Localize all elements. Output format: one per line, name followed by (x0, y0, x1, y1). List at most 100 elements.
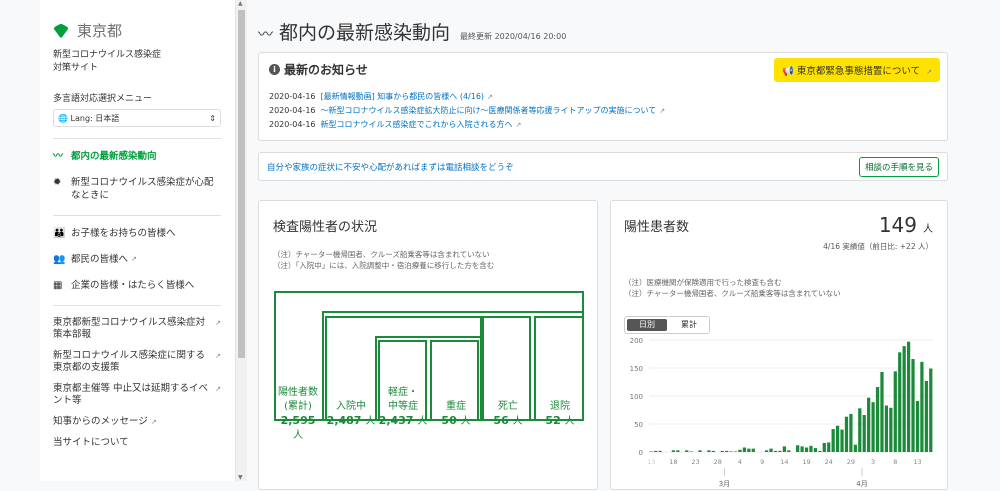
divider (53, 215, 221, 216)
y-tick-label: 50 (634, 421, 643, 429)
box-value: 50 (441, 414, 457, 427)
positive-patients-card: 陽性患者数 149 人 4/16 実績値（前日比: +22 人） （注）医療機関が… (610, 200, 948, 490)
bar (875, 387, 880, 452)
bar (773, 450, 778, 452)
bar (787, 450, 791, 452)
external-link-icon: ↗ (659, 107, 666, 115)
link-label: 知事からのメッセージ (53, 416, 148, 427)
bar (929, 368, 933, 452)
toggle-daily[interactable]: 日別 (627, 319, 667, 331)
unit: 人 (417, 416, 428, 427)
external-link-icon: ↗ (150, 418, 157, 426)
x-tick-label: 29 (847, 458, 855, 466)
bar (902, 346, 906, 452)
page-header: 〰都内の最新感染動向 最終更新 2020/04/16 20:00 (258, 18, 950, 44)
consult-steps-button[interactable]: 相談の手順を見る (858, 156, 939, 177)
x-tick-label: 24 (825, 458, 833, 466)
unit: 人 (293, 430, 303, 441)
unit: 人 (365, 416, 376, 427)
nav-businesses[interactable]: ▦ 企業の皆様・はたらく皆様へ (53, 279, 221, 292)
bar (818, 450, 822, 452)
box-label: 重症 (446, 401, 466, 412)
bar (893, 371, 897, 452)
globe-icon: 🌐 (58, 113, 68, 123)
nav-residents[interactable]: 👥 都民の皆様へ ↗ (53, 253, 221, 266)
link-governor-message[interactable]: 知事からのメッセージ ↗ (53, 416, 221, 428)
news-item: 2020-04-16 [最新情報動画] 知事から都民の皆様へ (4/16) ↗ (269, 90, 937, 104)
tokyo-logo[interactable]: 東京都 (53, 20, 221, 41)
label-discharged: 退院 52 人 (534, 400, 586, 429)
label-hospitalized: 入院中 2,487 人 (325, 400, 377, 429)
main-content: 〰都内の最新感染動向 最終更新 2020/04/16 20:00 i 最新のお知らせ… (258, 0, 950, 490)
link-label: 東京都新型コロナウイルス感染症対策本部報 (53, 317, 206, 340)
bar (654, 450, 658, 452)
scrollbar-thumb[interactable] (238, 10, 245, 358)
x-tick-label: 19 (802, 458, 810, 466)
virus-icon: ✹ (53, 177, 62, 188)
bar (871, 402, 875, 452)
language-select[interactable]: 🌐 Lang: 日本語 ⇕ (53, 109, 221, 127)
news-link[interactable]: ～新型コロナウイルス感染症拡大防止に向け～医療関係者等応援ライトアップの実施につ… (321, 106, 657, 115)
box-label: 退院 (550, 401, 570, 412)
emergency-measures-button[interactable]: 📢 東京都緊急事態措置について ↗ (774, 58, 940, 82)
news-link[interactable]: 新型コロナウイルス感染症でこれから入院される方へ (321, 120, 513, 129)
site-name-line2: 対策サイト (53, 63, 99, 73)
building-icon: ▦ (53, 280, 63, 291)
bar (920, 361, 924, 452)
x-tick-label: 14 (780, 458, 788, 466)
bar (915, 401, 920, 452)
bar (738, 449, 742, 452)
nav-parents[interactable]: 👪 お子様をお持ちの皆様へ (53, 227, 221, 240)
external-link-icon: ↗ (131, 255, 137, 263)
bar (831, 429, 835, 452)
link-events[interactable]: 東京都主催等 中止又は延期するイベント等 ↗ (53, 383, 221, 407)
count-value: 149 (878, 213, 917, 237)
bar (858, 408, 862, 452)
info-icon: i (269, 64, 280, 75)
consult-text[interactable]: 自分や家族の症状に不安や心配があればまずは電話相談をどうぞ (267, 161, 514, 173)
consultation-bar: 自分や家族の症状に不安や心配があればまずは電話相談をどうぞ 相談の手順を見る (258, 152, 948, 181)
ginkgo-leaf-icon (53, 23, 69, 38)
x-tick-label: 28 (714, 458, 722, 466)
bar (800, 446, 804, 452)
bar (751, 448, 755, 452)
link-support[interactable]: 新型コロナウイルス感染症に関する東京都の支援策 ↗ (53, 350, 221, 374)
unit: 人 (923, 224, 933, 235)
external-link-icon: ↗ (487, 93, 493, 101)
site-name: 新型コロナウイルス感染症 対策サイト (53, 49, 221, 75)
box-label: 入院中 (336, 401, 366, 412)
bar (853, 444, 857, 452)
bar (782, 446, 786, 452)
note: （注）チャーター機帰国者、クルーズ船乗客等は含まれていない (624, 289, 841, 298)
bar (849, 413, 853, 452)
scrollbar[interactable]: ▲ ▼ (236, 0, 247, 481)
label-severe: 重症 50 人 (430, 400, 482, 429)
link-label: 新型コロナウイルス感染症に関する東京都の支援策 (53, 350, 206, 373)
news-link[interactable]: [最新情報動画] 知事から都民の皆様へ (4/16) (321, 92, 485, 101)
link-hq-report[interactable]: 東京都新型コロナウイルス感染症対策本部報 ↗ (53, 317, 221, 341)
box-label: 死亡 (498, 401, 518, 412)
nav-if-worried[interactable]: ✹ 新型コロナウイルス感染症が心配なときに (53, 176, 221, 202)
scroll-up-icon[interactable]: ▲ (238, 0, 243, 7)
nav-label: 企業の皆様・はたらく皆様へ (71, 280, 195, 291)
news-item: 2020-04-16 ～新型コロナウイルス感染症拡大防止に向け～医療関係者等応援ラ… (269, 104, 937, 118)
news-card: i 最新のお知らせ 📢 東京都緊急事態措置について ↗ 2020-04-16 [最新… (258, 52, 948, 141)
link-label: 東京都主催等 中止又は延期するイベント等 (53, 383, 209, 406)
bar (671, 450, 676, 452)
x-tick-label: 13 (913, 458, 921, 466)
site-name-line1: 新型コロナウイルス感染症 (53, 50, 162, 60)
bar (844, 416, 849, 452)
month-label: 4月 (856, 480, 867, 488)
people-icon: 👥 (53, 254, 66, 265)
bar (747, 448, 751, 452)
x-tick-label: 23 (691, 458, 699, 466)
emergency-label: 東京都緊急事態措置について (796, 66, 921, 77)
label-mild: 軽症・ 中等症 2,437 人 (377, 386, 429, 429)
bar (796, 445, 800, 452)
page-title: 都内の最新感染動向 (279, 22, 451, 44)
bar (707, 450, 711, 452)
nav-latest-trends[interactable]: 〰都内の最新感染動向 (53, 150, 221, 163)
scroll-down-icon[interactable]: ▼ (238, 474, 243, 481)
link-about[interactable]: 当サイトについて (53, 437, 221, 449)
bar (924, 380, 928, 452)
